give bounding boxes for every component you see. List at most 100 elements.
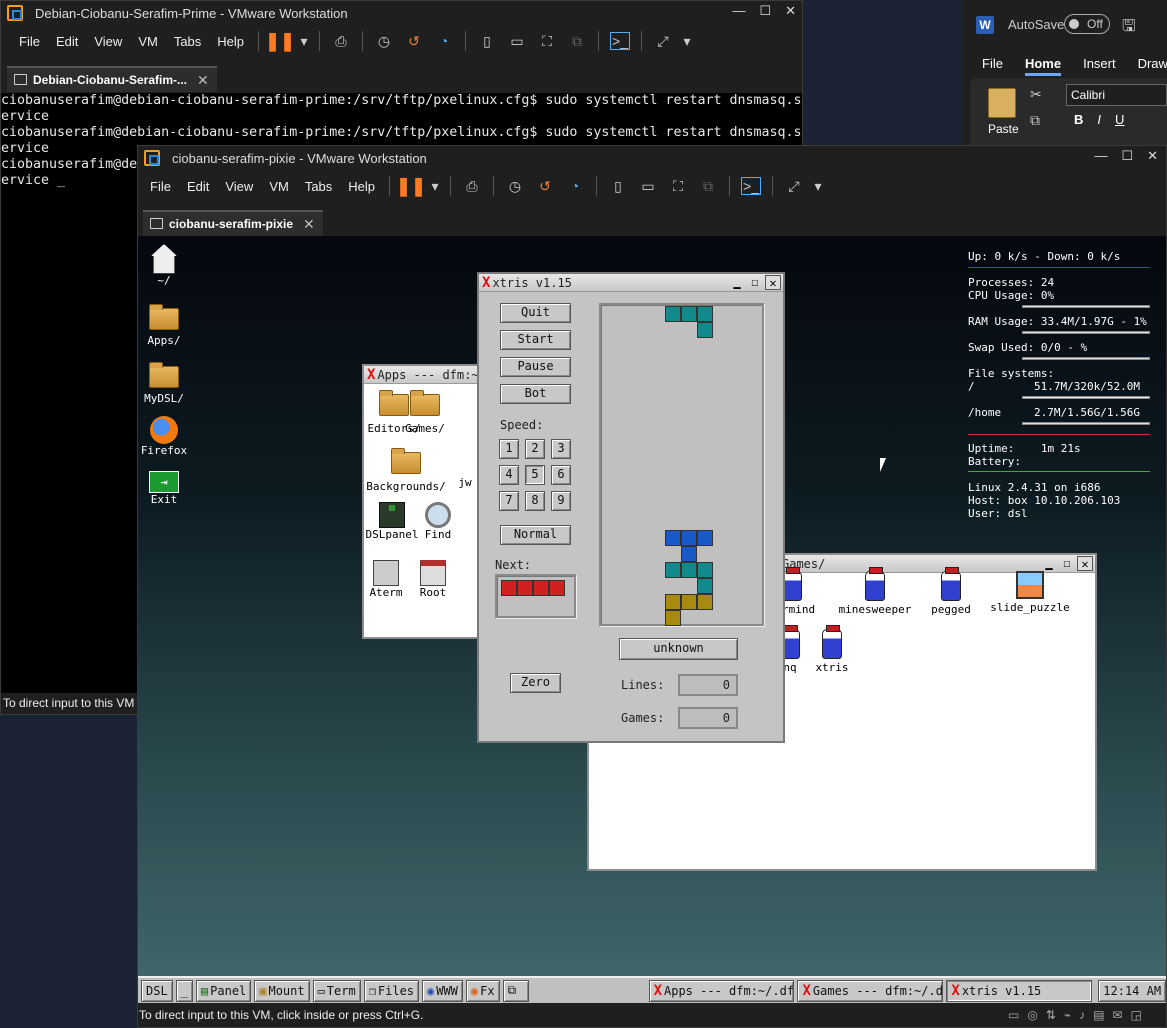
speed-8-button[interactable]: 8 (525, 491, 545, 511)
apps-item-root[interactable]: Root (408, 560, 458, 599)
console-icon[interactable]: >_ (741, 177, 762, 195)
quit-button[interactable]: Quit (500, 303, 571, 323)
paste-button[interactable]: Paste (988, 122, 1019, 136)
desktop-icon-mydsl[interactable]: MyDSL/ (140, 362, 188, 405)
snapshot-manager-icon[interactable]: ◔ (565, 177, 585, 195)
xtris-title-bar[interactable]: Xxtris v1.15 ▁ ☐ ✕ (479, 274, 783, 292)
host-vm-tab[interactable]: Debian-Ciobanu-Serafim-... ✕ (7, 66, 217, 92)
dropdown-icon[interactable]: ▾ (683, 32, 691, 50)
thumbnail-icon[interactable]: ▭ (507, 32, 527, 50)
launcher-panel[interactable]: ▤ Panel (195, 979, 252, 1002)
bot-button[interactable]: Bot (500, 384, 571, 404)
close-icon[interactable]: ✕ (785, 3, 796, 19)
menu-vm[interactable]: VM (261, 179, 297, 194)
minimize-icon[interactable]: ▁ (1041, 556, 1057, 571)
task-games[interactable]: XGames --- dfm:~/.dfmc (797, 979, 944, 1002)
cut-icon[interactable]: ✂ (1030, 86, 1042, 103)
pause-button[interactable]: Pause (500, 357, 571, 377)
menu-edit[interactable]: Edit (179, 179, 217, 194)
normal-button[interactable]: Normal (500, 525, 571, 545)
speed-6-button[interactable]: 6 (551, 465, 571, 485)
maximize-icon[interactable]: ☐ (759, 3, 771, 19)
xtris-window[interactable]: Xxtris v1.15 ▁ ☐ ✕ Quit Start Pause Bot Sp… (477, 272, 785, 743)
apps-item-find[interactable]: Find (418, 502, 458, 541)
desktop-icon-exit[interactable]: ⇥ Exit (140, 471, 188, 506)
speed-1-button[interactable]: 1 (499, 439, 519, 459)
pause-icon[interactable]: ❚❚ (396, 176, 426, 196)
zero-button[interactable]: Zero (510, 673, 561, 693)
pause-icon[interactable]: ❚❚ (265, 31, 295, 51)
menu-vm[interactable]: VM (130, 34, 166, 49)
usb-icon[interactable]: ⌁ (1064, 1008, 1071, 1022)
word-tab-insert[interactable]: Insert (1083, 56, 1116, 76)
maximize-icon[interactable]: ☐ (1121, 148, 1133, 164)
dsl-desktop[interactable]: ~/ Apps/ MyDSL/ Firefox ⇥ Exit Up: 0 k/s… (138, 236, 1167, 1003)
sidebar-icon[interactable]: ▯ (608, 177, 628, 195)
speed-3-button[interactable]: 3 (551, 439, 571, 459)
stretch-icon[interactable]: ⤢ (653, 32, 673, 50)
menu-file[interactable]: File (11, 34, 48, 49)
revert-snapshot-icon[interactable]: ↺ (404, 32, 424, 50)
taskbar-dash-button[interactable]: _ (175, 979, 193, 1002)
unity-icon[interactable]: ⧉ (567, 32, 587, 50)
guest-vm-tab[interactable]: ciobanu-serafim-pixie ✕ (143, 210, 323, 236)
fullscreen-icon[interactable]: ⛶ (668, 177, 688, 195)
minimize-icon[interactable]: — (1094, 148, 1107, 164)
hdd-icon[interactable]: ▭ (1008, 1008, 1019, 1022)
network-icon[interactable]: ⇅ (1046, 1008, 1056, 1022)
dropdown-icon[interactable]: ▾ (431, 177, 439, 195)
menu-tabs[interactable]: Tabs (166, 34, 209, 49)
send-keys-icon[interactable]: ⎙ (462, 177, 482, 195)
menu-help[interactable]: Help (209, 34, 252, 49)
task-apps[interactable]: XApps --- dfm:~/.dfmde (648, 979, 795, 1002)
games-item-xtris[interactable]: xtris (807, 625, 857, 674)
send-keys-icon[interactable]: ⎙ (331, 32, 351, 50)
games-item-slide-puzzle[interactable]: slide_puzzle (985, 571, 1075, 614)
minimize-icon[interactable]: — (732, 3, 745, 19)
maximize-icon[interactable]: ☐ (1059, 556, 1075, 571)
task-xtris[interactable]: Xxtris v1.15 (946, 979, 1093, 1002)
console-icon[interactable]: >_ (610, 32, 631, 50)
italic-button[interactable]: I (1097, 112, 1101, 127)
games-item-minesweeper[interactable]: minesweeper (835, 567, 915, 616)
launcher-www[interactable]: ◉ WWW (422, 979, 463, 1002)
speed-4-button[interactable]: 4 (499, 465, 519, 485)
close-tab-icon[interactable]: ✕ (197, 72, 209, 89)
close-icon[interactable]: ✕ (1077, 556, 1093, 571)
dsl-start-button[interactable]: DSL (141, 979, 173, 1002)
start-button[interactable]: Start (500, 330, 571, 350)
snapshot-icon[interactable]: ◷ (505, 177, 525, 195)
menu-edit[interactable]: Edit (48, 34, 86, 49)
menu-file[interactable]: File (142, 179, 179, 194)
save-icon[interactable]: 🖫 (1122, 15, 1136, 42)
apps-window[interactable]: X Apps --- dfm:~/.d Editors/ Games/ Backg… (362, 364, 500, 639)
close-tab-icon[interactable]: ✕ (303, 216, 315, 233)
word-tab-home[interactable]: Home (1024, 56, 1062, 76)
cdrom-icon[interactable]: ◎ (1027, 1008, 1037, 1022)
desktop-icon-home[interactable]: ~/ (140, 244, 188, 287)
snapshot-icon[interactable]: ◷ (374, 32, 394, 50)
desktop-icon-apps[interactable]: Apps/ (140, 304, 188, 347)
dropdown-icon[interactable]: ▾ (814, 177, 822, 195)
menu-tabs[interactable]: Tabs (297, 179, 340, 194)
unity-icon[interactable]: ⧉ (698, 177, 718, 195)
fullscreen-icon[interactable]: ⛶ (537, 32, 557, 50)
tetris-board[interactable] (599, 303, 764, 626)
minimize-icon[interactable]: ▁ (729, 275, 745, 290)
stretch-icon[interactable]: ⤢ (784, 177, 804, 195)
display-icon[interactable]: ▤ (1093, 1008, 1104, 1022)
desktop-switcher-icon[interactable]: ⧉ (502, 979, 529, 1002)
desktop-icon-firefox[interactable]: Firefox (140, 416, 188, 457)
speed-2-button[interactable]: 2 (525, 439, 545, 459)
launcher-fx[interactable]: ◉ Fx (465, 979, 500, 1002)
menu-view[interactable]: View (86, 34, 130, 49)
speed-5-button[interactable]: 5 (525, 465, 545, 485)
apps-item-jw[interactable]: jw (450, 476, 480, 489)
word-tab-file[interactable]: File (982, 56, 1003, 76)
speed-9-button[interactable]: 9 (551, 491, 571, 511)
resize-icon[interactable]: ◲ (1131, 1008, 1142, 1022)
launcher-mount[interactable]: ▣ Mount (254, 979, 310, 1002)
apps-item-games[interactable]: Games/ (400, 390, 450, 435)
guest-title-bar[interactable]: ciobanu-serafim-pixie - VMware Workstati… (138, 146, 1166, 170)
close-icon[interactable]: ✕ (1147, 148, 1158, 164)
